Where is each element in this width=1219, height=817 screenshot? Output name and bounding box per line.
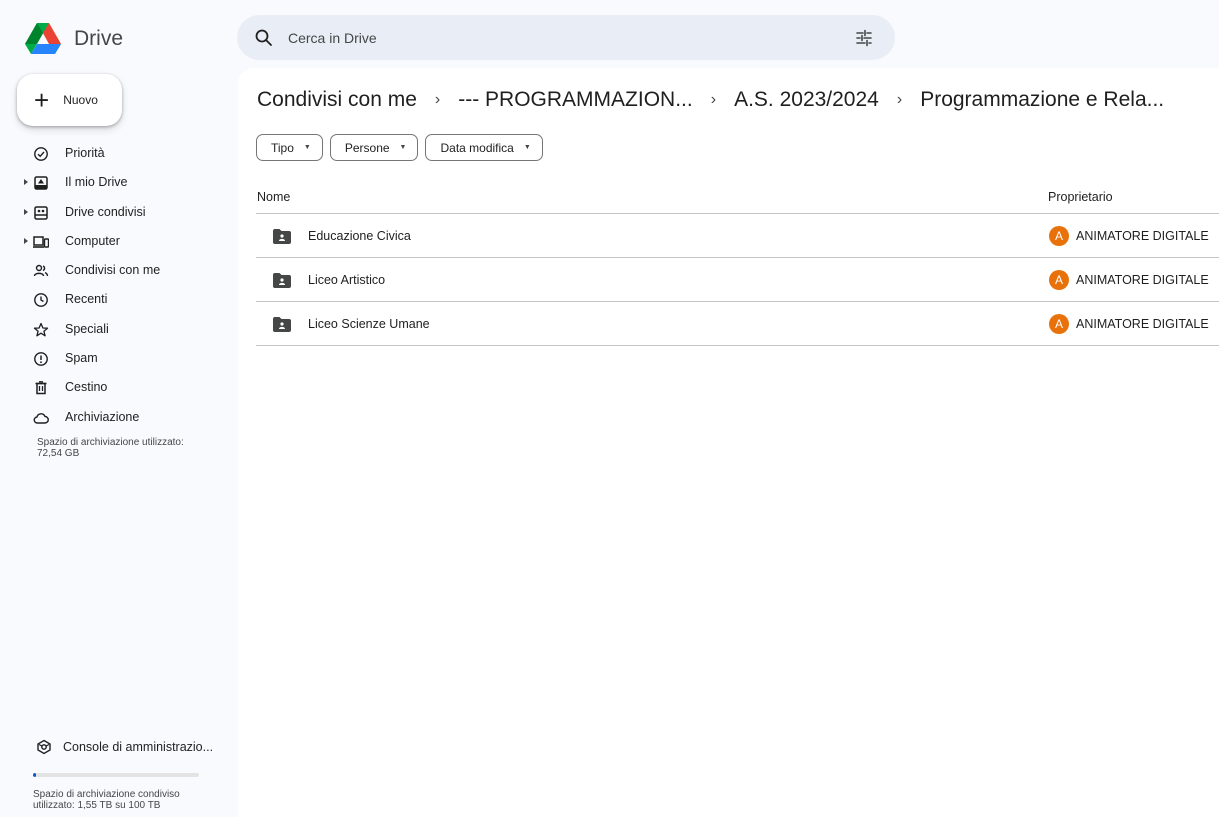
expand-arrow-icon[interactable] [23, 237, 29, 245]
clock-icon [34, 293, 48, 308]
sidebar-item-label: Speciali [65, 321, 109, 336]
cloud-icon [33, 412, 49, 424]
sidebar-item-my-drive[interactable]: Il mio Drive [0, 168, 235, 197]
my-drive-icon [34, 176, 48, 191]
sidebar-item-label: Recenti [65, 292, 108, 307]
new-button[interactable]: + Nuovo [17, 74, 122, 126]
dropdown-arrow-icon: ▼ [523, 144, 531, 151]
file-name: Educazione Civica [308, 229, 411, 243]
owner-name: ANIMATORE DIGITALE [1076, 317, 1209, 331]
search-bar[interactable] [237, 15, 895, 60]
sidebar-item-label: Priorità [65, 146, 105, 160]
filter-type-chip[interactable]: Tipo ▼ [256, 134, 323, 161]
admin-console-link[interactable]: Console di amministrazio... [0, 733, 235, 761]
computer-icon [33, 236, 49, 248]
sidebar-item-spam[interactable]: Spam [0, 344, 235, 373]
sidebar-item-trash[interactable]: Cestino [0, 373, 235, 402]
filter-chip-label: Data modifica [440, 140, 514, 155]
breadcrumb-item-current-folder[interactable]: Programmazione e Rela... [920, 88, 1164, 112]
breadcrumb: Condivisi con me › --- PROGRAMMAZION... … [257, 88, 1164, 112]
sidebar-item-label: Drive condivisi [65, 204, 146, 219]
shared-storage-usage-text: Spazio di archiviazione condiviso utiliz… [33, 789, 180, 811]
shared-storage-quota-bar [33, 773, 199, 777]
admin-console-label: Console di amministrazio... [63, 740, 214, 754]
admin-console-icon [37, 739, 51, 755]
main-panel: Condivisi con me › --- PROGRAMMAZION... … [238, 68, 1219, 817]
file-list: Nome Proprietario Educazione Civica A AN… [256, 179, 1219, 346]
expand-arrow-icon[interactable] [23, 208, 29, 216]
quota-bar-fill [33, 773, 36, 777]
breadcrumb-item-shared-with-me[interactable]: Condivisi con me [257, 88, 417, 112]
shared-folder-icon [273, 273, 291, 288]
trash-icon [35, 381, 47, 395]
people-icon [33, 264, 49, 277]
filter-chip-label: Persone [344, 140, 390, 155]
dropdown-arrow-icon: ▼ [303, 144, 311, 151]
file-list-header: Nome Proprietario [256, 179, 1219, 214]
table-row[interactable]: Liceo Scienze Umane A ANIMATORE DIGITALE [256, 302, 1219, 346]
spam-icon [34, 352, 48, 366]
filter-modified-chip[interactable]: Data modifica ▼ [425, 134, 543, 161]
plus-icon: + [34, 85, 50, 115]
filter-people-chip[interactable]: Persone ▼ [329, 134, 419, 161]
sidebar-item-label: Il mio Drive [65, 175, 128, 190]
column-header-name[interactable]: Nome [257, 190, 290, 204]
file-name: Liceo Scienze Umane [308, 317, 430, 331]
owner-avatar: A [1049, 270, 1069, 290]
drive-logo-icon [25, 23, 61, 54]
new-button-label: Nuovo [63, 93, 98, 107]
sidebar-item-label: Condivisi con me [65, 263, 161, 278]
sidebar-item-computer[interactable]: Computer [0, 227, 235, 256]
search-options-icon[interactable] [853, 27, 875, 49]
check-circle-icon [34, 147, 48, 161]
storage-usage-text: Spazio di archiviazione utilizzato: 72,5… [37, 437, 184, 459]
chevron-right-icon: › [434, 91, 441, 108]
sidebar-item-shared-drives[interactable]: Drive condivisi [0, 198, 235, 227]
owner-avatar: A [1049, 226, 1069, 246]
sidebar-nav: Priorità Il mio Drive Drive condivisi Co… [0, 139, 235, 432]
file-name: Liceo Artistico [308, 273, 386, 287]
sidebar-item-priorita[interactable]: Priorità [0, 139, 235, 168]
sidebar-item-recent[interactable]: Recenti [0, 285, 235, 314]
shared-drives-icon [34, 205, 48, 220]
breadcrumb-item-programmazione[interactable]: --- PROGRAMMAZION... [458, 88, 693, 112]
dropdown-arrow-icon: ▼ [399, 144, 407, 151]
star-icon [33, 322, 49, 337]
sidebar-item-label: Cestino [65, 380, 108, 395]
filter-chips: Tipo ▼ Persone ▼ Data modifica ▼ [256, 134, 543, 161]
column-header-owner[interactable]: Proprietario [1048, 190, 1113, 204]
table-row[interactable]: Educazione Civica A ANIMATORE DIGITALE [256, 214, 1219, 258]
sidebar-item-storage[interactable]: Archiviazione [0, 403, 235, 432]
sidebar-item-starred[interactable]: Speciali [0, 315, 235, 344]
sidebar-item-label: Computer [65, 233, 120, 248]
expand-arrow-icon[interactable] [23, 178, 29, 186]
breadcrumb-item-school-year[interactable]: A.S. 2023/2024 [734, 88, 879, 112]
sidebar-item-shared-with-me[interactable]: Condivisi con me [0, 256, 235, 285]
search-icon[interactable] [254, 28, 274, 48]
filter-chip-label: Tipo [271, 140, 294, 155]
chevron-right-icon: › [896, 91, 903, 108]
owner-name: ANIMATORE DIGITALE [1076, 273, 1209, 287]
app-title: Drive [74, 27, 124, 50]
owner-name: ANIMATORE DIGITALE [1076, 229, 1209, 243]
sidebar-item-label: Archiviazione [65, 409, 140, 424]
chevron-right-icon: › [710, 91, 717, 108]
owner-avatar: A [1049, 314, 1069, 334]
shared-folder-icon [273, 229, 291, 244]
drive-logo[interactable]: Drive [24, 22, 123, 56]
shared-folder-icon [273, 317, 291, 332]
search-input[interactable] [288, 27, 848, 49]
sidebar-item-label: Spam [65, 351, 98, 366]
table-row[interactable]: Liceo Artistico A ANIMATORE DIGITALE [256, 258, 1219, 302]
